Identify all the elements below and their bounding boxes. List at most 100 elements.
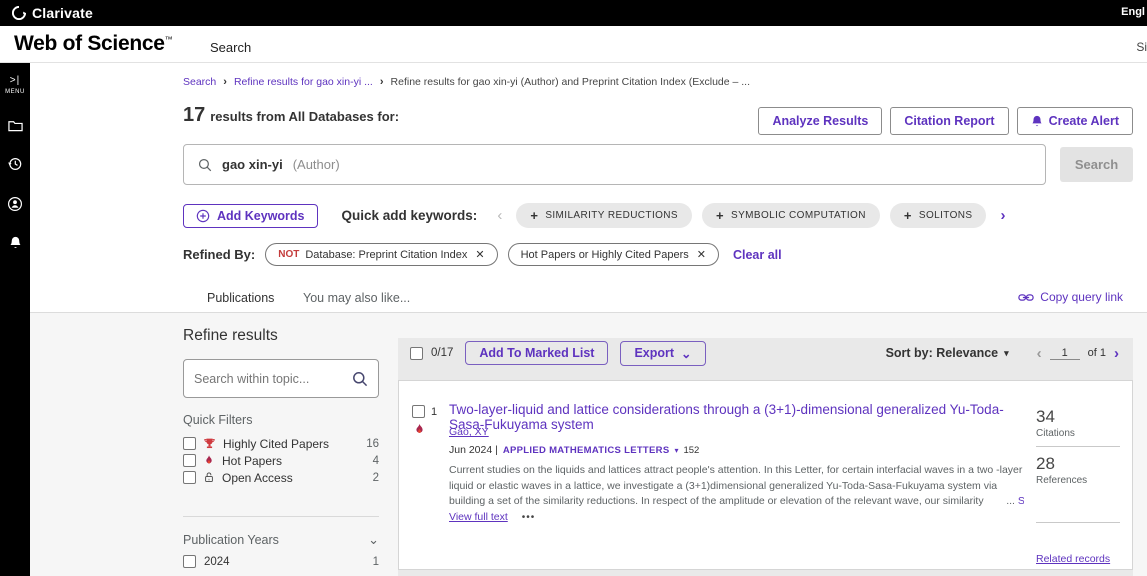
result-author-link[interactable]: Gao, XY bbox=[449, 426, 489, 438]
references-label: References bbox=[1036, 475, 1120, 486]
references-count[interactable]: 28 bbox=[1036, 454, 1120, 474]
web-of-science-wordmark: Web of Science™ bbox=[14, 32, 172, 56]
citations-count[interactable]: 34 bbox=[1036, 407, 1120, 427]
citations-label: Citations bbox=[1036, 428, 1120, 439]
search-icon bbox=[352, 371, 368, 387]
caret-down-icon[interactable]: ▾ bbox=[674, 446, 678, 455]
results-count: 17 bbox=[183, 104, 205, 126]
filter-count: 4 bbox=[373, 455, 379, 467]
open-lock-icon bbox=[203, 471, 215, 484]
keywords-scroll-left-icon[interactable]: ‹ bbox=[497, 207, 502, 224]
web-of-science-page: Clarivate Engl Web of Science™ Search Si… bbox=[0, 0, 1147, 576]
search-within-topic-box[interactable] bbox=[183, 359, 379, 398]
result-article-number: 152 bbox=[683, 445, 699, 456]
filter-chip-not-preprint[interactable]: NOT Database: Preprint Citation Index ✕ bbox=[265, 243, 497, 266]
view-full-text-link[interactable]: View full text bbox=[449, 511, 508, 523]
more-options-icon[interactable]: ••• bbox=[522, 512, 536, 523]
keyword-pill-solitons[interactable]: + SOLITONS bbox=[890, 203, 987, 228]
left-icon-rail: >| MENU bbox=[0, 63, 30, 576]
marked-list-button[interactable] bbox=[8, 119, 23, 132]
export-button[interactable]: Export ⌄ bbox=[620, 341, 705, 366]
result-abstract: Current studies on the liquids and latti… bbox=[449, 463, 1024, 509]
checkbox[interactable] bbox=[183, 555, 196, 568]
breadcrumb-separator-icon: › bbox=[380, 76, 384, 88]
account-button[interactable] bbox=[7, 196, 23, 212]
history-clock-icon bbox=[7, 159, 23, 176]
nav-tab-search[interactable]: Search bbox=[210, 40, 251, 55]
search-within-topic-input[interactable] bbox=[194, 372, 352, 386]
filter-count: 1 bbox=[373, 556, 379, 568]
checkbox[interactable] bbox=[183, 437, 196, 450]
result-journal-link[interactable]: APPLIED MATHEMATICS LETTERS bbox=[503, 445, 670, 456]
expand-icon: >| bbox=[5, 75, 25, 86]
checkbox[interactable] bbox=[183, 471, 196, 484]
results-toolbar: 0/17 Add To Marked List Export ⌄ Sort by… bbox=[398, 338, 1133, 368]
citation-report-button[interactable]: Citation Report bbox=[890, 107, 1008, 135]
search-history-button[interactable] bbox=[7, 156, 23, 172]
previous-page-icon[interactable]: ‹ bbox=[1037, 345, 1042, 362]
caret-down-icon: ⌄ bbox=[681, 346, 691, 361]
result-meta: Jun 2024 | APPLIED MATHEMATICS LETTERS ▾… bbox=[449, 444, 699, 456]
create-alert-button[interactable]: Create Alert bbox=[1017, 107, 1133, 135]
copy-query-link[interactable]: Copy query link bbox=[1018, 290, 1123, 304]
related-records-link[interactable]: Related records bbox=[1036, 553, 1120, 565]
clarivate-logo[interactable]: Clarivate bbox=[12, 5, 93, 21]
keyword-pill-similarity-reductions[interactable]: + SIMILARITY REDUCTIONS bbox=[516, 203, 692, 228]
clear-all-link[interactable]: Clear all bbox=[733, 248, 782, 262]
bell-icon bbox=[9, 237, 22, 254]
filter-open-access[interactable]: Open Access 2 bbox=[183, 469, 379, 486]
checkbox[interactable] bbox=[183, 454, 196, 467]
add-to-marked-list-button[interactable]: Add To Marked List bbox=[465, 341, 608, 365]
filter-chip-hot-or-highly-cited[interactable]: Hot Papers or Highly Cited Papers ✕ bbox=[508, 243, 719, 266]
remove-filter-icon[interactable]: ✕ bbox=[475, 248, 484, 261]
search-query-input[interactable]: gao xin-yi (Author) bbox=[183, 144, 1046, 185]
analyze-results-button[interactable]: Analyze Results bbox=[758, 107, 882, 135]
filter-year-2024[interactable]: 2024 1 bbox=[183, 555, 379, 568]
citation-metrics-column: 34 Citations 28 References Related recor… bbox=[1036, 407, 1120, 565]
keywords-scroll-right-icon[interactable]: › bbox=[1000, 207, 1005, 224]
result-index: 1 bbox=[431, 406, 437, 418]
result-title-link[interactable]: Two-layer-liquid and lattice considerati… bbox=[449, 402, 1029, 432]
hot-paper-flame-icon bbox=[413, 422, 426, 437]
signin-link[interactable]: Si bbox=[1136, 40, 1147, 54]
notifications-button[interactable] bbox=[9, 236, 22, 250]
results-list-section: 0/17 Add To Marked List Export ⌄ Sort by… bbox=[398, 338, 1133, 576]
selection-count: 0/17 bbox=[431, 347, 453, 359]
clarivate-logo-text: Clarivate bbox=[32, 5, 93, 21]
filter-highly-cited-papers[interactable]: Highly Cited Papers 16 bbox=[183, 435, 379, 452]
clarivate-logo-icon bbox=[12, 6, 26, 20]
refine-results-title: Refine results bbox=[183, 327, 379, 345]
tab-publications[interactable]: Publications bbox=[207, 291, 274, 305]
breadcrumb-search[interactable]: Search bbox=[183, 76, 216, 88]
breadcrumb-refine-1[interactable]: Refine results for gao xin-yi ... bbox=[234, 76, 373, 88]
plus-icon: + bbox=[904, 208, 912, 223]
keyword-pill-symbolic-computation[interactable]: + SYMBOLIC COMPUTATION bbox=[702, 203, 880, 228]
filter-count: 2 bbox=[373, 472, 379, 484]
quick-filters-list: Highly Cited Papers 16 Hot Papers 4 Open… bbox=[183, 435, 379, 486]
sort-by-dropdown[interactable]: Sort by: Relevance ▾ bbox=[886, 346, 1009, 360]
filter-hot-papers[interactable]: Hot Papers 4 bbox=[183, 452, 379, 469]
metrics-divider bbox=[1036, 446, 1120, 447]
page-number-input[interactable] bbox=[1050, 347, 1080, 360]
ellipsis: ... bbox=[1006, 495, 1015, 507]
language-selector[interactable]: Engl bbox=[1121, 6, 1145, 18]
refine-divider bbox=[183, 516, 379, 517]
search-button[interactable]: Search bbox=[1060, 147, 1133, 182]
link-icon bbox=[1018, 292, 1034, 303]
remove-filter-icon[interactable]: ✕ bbox=[697, 248, 706, 261]
add-keywords-button[interactable]: Add Keywords bbox=[183, 204, 318, 228]
menu-expand-button[interactable]: >| MENU bbox=[5, 75, 25, 95]
clarivate-topbar: Clarivate Engl bbox=[0, 0, 1147, 26]
tab-you-may-also-like[interactable]: You may also like... bbox=[303, 291, 410, 305]
publication-years-section[interactable]: Publication Years ⌄ bbox=[183, 532, 379, 548]
quick-add-keywords-row: Add Keywords Quick add keywords: ‹ + SIM… bbox=[183, 203, 1005, 228]
plus-icon: + bbox=[716, 208, 724, 223]
pagination: ‹ of 1 › bbox=[1037, 345, 1119, 362]
not-operator: NOT bbox=[278, 249, 299, 260]
results-count-heading: 17results from All Databases for: bbox=[183, 104, 399, 127]
next-page-icon[interactable]: › bbox=[1114, 345, 1119, 362]
quick-add-keywords-label: Quick add keywords: bbox=[342, 208, 478, 223]
result-checkbox[interactable] bbox=[412, 405, 425, 418]
select-all-checkbox[interactable] bbox=[410, 347, 423, 360]
show-more-link[interactable]: Show more bbox=[1018, 495, 1024, 507]
